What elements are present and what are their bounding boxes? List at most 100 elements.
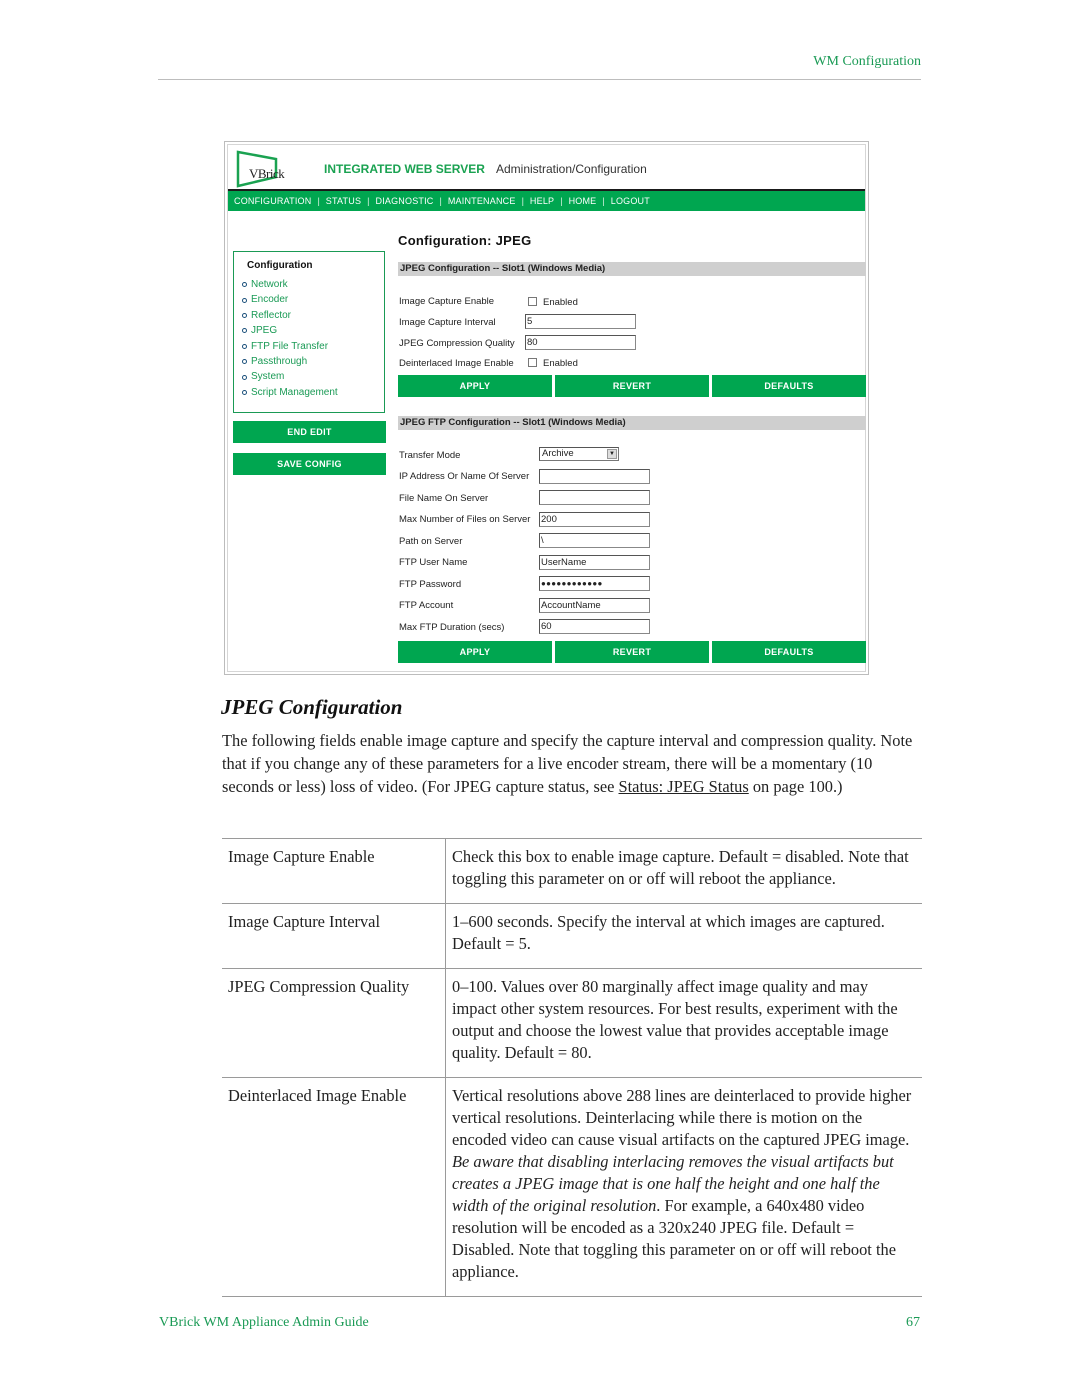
sidebar-item-encoder[interactable]: Encoder (242, 292, 338, 307)
transfer-mode-label: Transfer Mode (399, 450, 461, 461)
sidebar-list: Network Encoder Reflector JPEG FTP File … (242, 277, 338, 400)
bullet-icon (242, 312, 247, 318)
web-ui-frame: VBrick INTEGRATED WEB SERVER Administrat… (227, 144, 866, 672)
deinterlaced-image-enable-label: Deinterlaced Image Enable (399, 358, 514, 369)
deinterlaced-image-enable-checkbox-label: Enabled (543, 358, 578, 369)
image-capture-enable-label: Image Capture Enable (399, 296, 495, 307)
ftp-user-name-label: FTP User Name (399, 557, 468, 568)
app-title: INTEGRATED WEB SERVER (324, 162, 485, 176)
ip-address-label: IP Address Or Name Of Server (399, 471, 530, 482)
app-subtitle: Administration/Configuration (496, 162, 647, 176)
intro-suffix: on page 100.) (748, 777, 843, 796)
nav-logout[interactable]: LOGOUT (611, 196, 650, 206)
sidebar-item-system[interactable]: System (242, 369, 338, 384)
file-name-input[interactable] (539, 490, 650, 505)
bullet-icon (242, 389, 247, 395)
table-row: Image Capture Enable Check this box to e… (222, 838, 922, 904)
top-nav: CONFIGURATION | STATUS | DIAGNOSTIC | MA… (228, 191, 865, 211)
jpeg-section-header: JPEG Configuration -- Slot1 (Windows Med… (398, 262, 866, 276)
param-description: 0–100. Values over 80 marginally affect … (445, 968, 922, 1078)
ftp-revert-button[interactable]: REVERT (555, 641, 709, 663)
transfer-mode-value: Archive (542, 448, 574, 459)
image-capture-interval-label: Image Capture Interval (399, 317, 496, 328)
sidebar-item-label: Reflector (251, 309, 292, 321)
logo-text: VBrick (249, 166, 285, 181)
param-name: Deinterlaced Image Enable (222, 1077, 446, 1297)
nav-configuration[interactable]: CONFIGURATION (234, 196, 311, 206)
intro-paragraph: The following fields enable image captur… (222, 729, 922, 798)
image-capture-enable-checkbox[interactable] (528, 297, 537, 306)
sidebar-item-jpeg[interactable]: JPEG (242, 323, 338, 338)
jpeg-apply-button[interactable]: APPLY (398, 375, 552, 397)
sidebar-item-label: Script Management (251, 386, 338, 398)
status-jpeg-link[interactable]: Status: JPEG Status (619, 777, 749, 796)
sidebar-item-label: JPEG (251, 325, 278, 337)
ftp-account-label: FTP Account (399, 600, 454, 611)
nav-separator: | (560, 196, 563, 206)
ftp-apply-button[interactable]: APPLY (398, 641, 552, 663)
param-description: Vertical resolutions above 288 lines are… (445, 1077, 922, 1297)
param-name: JPEG Compression Quality (222, 968, 446, 1078)
nav-status[interactable]: STATUS (326, 196, 361, 206)
ftp-user-name-input[interactable]: UserName (539, 555, 650, 570)
nav-separator: | (367, 196, 370, 206)
sidebar-item-reflector[interactable]: Reflector (242, 308, 338, 323)
sidebar-item-label: System (251, 371, 285, 383)
sidebar-item-ftp-file-transfer[interactable]: FTP File Transfer (242, 339, 338, 354)
nav-maintenance[interactable]: MAINTENANCE (448, 196, 516, 206)
ftp-password-input[interactable]: ●●●●●●●●●●●● (539, 576, 650, 591)
table-row: Image Capture Interval 1–600 seconds. Sp… (222, 903, 922, 969)
end-edit-button[interactable]: END EDIT (233, 421, 386, 443)
sidebar-item-label: Passthrough (251, 355, 308, 367)
max-ftp-duration-input[interactable]: 60 (539, 619, 650, 634)
max-ftp-duration-label: Max FTP Duration (secs) (399, 622, 505, 633)
image-capture-enable-checkbox-label: Enabled (543, 297, 578, 308)
max-files-label: Max Number of Files on Server (399, 514, 531, 525)
section-heading: JPEG Configuration (221, 695, 403, 719)
footer-title: VBrick WM Appliance Admin Guide (159, 1315, 369, 1330)
bullet-icon (242, 359, 247, 365)
desc-text: Vertical resolutions above 288 lines are… (452, 1086, 912, 1149)
image-capture-interval-input[interactable]: 5 (525, 314, 636, 329)
nav-separator: | (521, 196, 524, 206)
ftp-password-label: FTP Password (399, 579, 462, 590)
bullet-icon (242, 328, 247, 334)
nav-separator: | (439, 196, 442, 206)
dropdown-arrow-icon[interactable]: ▼ (607, 449, 617, 459)
sidebar-item-passthrough[interactable]: Passthrough (242, 354, 338, 369)
running-head: WM Configuration (813, 54, 921, 69)
param-description: Check this box to enable image capture. … (445, 838, 922, 904)
param-description: 1–600 seconds. Specify the interval at w… (445, 903, 922, 969)
bullet-icon (242, 282, 247, 288)
ftp-defaults-button[interactable]: DEFAULTS (712, 641, 866, 663)
nav-help[interactable]: HELP (530, 196, 554, 206)
param-name: Image Capture Interval (222, 903, 446, 969)
file-name-label: File Name On Server (399, 493, 489, 504)
ip-address-input[interactable] (539, 469, 650, 484)
param-name: Image Capture Enable (222, 838, 446, 904)
nav-home[interactable]: HOME (569, 196, 597, 206)
vbrick-logo: VBrick (236, 150, 285, 188)
deinterlaced-image-enable-checkbox[interactable] (528, 358, 537, 367)
jpeg-defaults-button[interactable]: DEFAULTS (712, 375, 866, 397)
sidebar-item-script-management[interactable]: Script Management (242, 385, 338, 400)
header-rule (158, 79, 921, 80)
jpeg-compression-quality-label: JPEG Compression Quality (399, 338, 515, 349)
sidebar-item-network[interactable]: Network (242, 277, 338, 292)
jpeg-revert-button[interactable]: REVERT (555, 375, 709, 397)
jpeg-compression-quality-input[interactable]: 80 (525, 335, 636, 350)
bullet-icon (242, 343, 247, 349)
content-title: Configuration: JPEG (398, 233, 532, 248)
nav-separator: | (602, 196, 605, 206)
sidebar-title: Configuration (247, 260, 313, 271)
transfer-mode-select[interactable]: Archive ▼ (539, 447, 619, 461)
sidebar-item-label: Encoder (251, 294, 289, 306)
table-row: Deinterlaced Image Enable Vertical resol… (222, 1077, 922, 1297)
nav-separator: | (317, 196, 320, 206)
ftp-section-header: JPEG FTP Configuration -- Slot1 (Windows… (398, 416, 866, 430)
max-files-input[interactable]: 200 (539, 512, 650, 527)
save-config-button[interactable]: SAVE CONFIG (233, 453, 386, 475)
path-input[interactable]: \ (539, 533, 650, 548)
nav-diagnostic[interactable]: DIAGNOSTIC (376, 196, 434, 206)
ftp-account-input[interactable]: AccountName (539, 598, 650, 613)
